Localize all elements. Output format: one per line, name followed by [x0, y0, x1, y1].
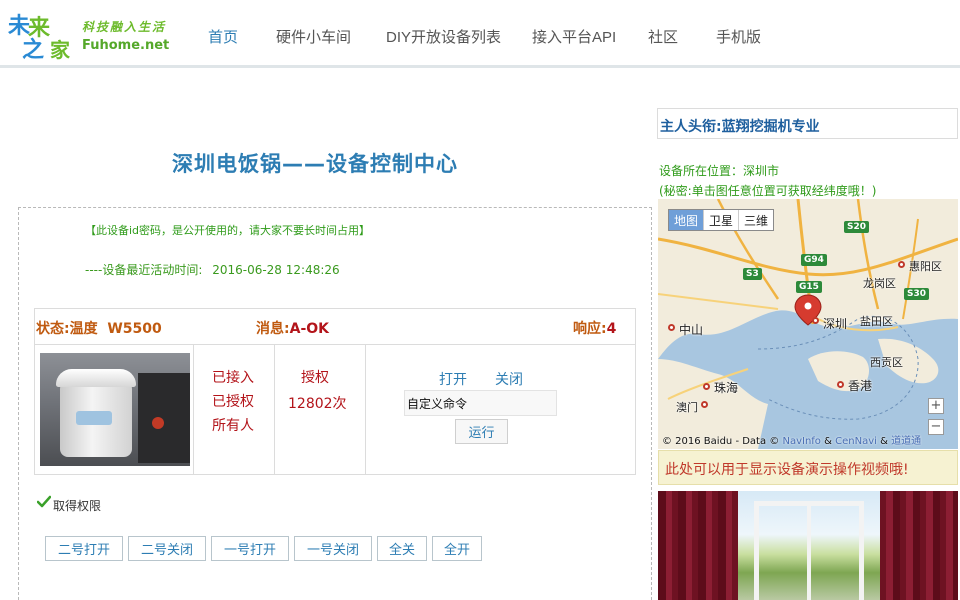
run-button[interactable]: 运行	[455, 419, 508, 444]
logo-char: 家	[50, 38, 70, 62]
copyright-prefix: © 2016 Baidu - Data ©	[662, 436, 780, 447]
map-label: 西贡区	[870, 356, 903, 369]
response-value: 4	[606, 321, 617, 337]
auth-label[interactable]: 授权	[301, 367, 329, 387]
zoom-in-button[interactable]: +	[928, 398, 944, 414]
permission-text: 取得权限	[53, 499, 102, 513]
city-marker	[812, 317, 819, 324]
message-label: 消息:	[256, 321, 290, 337]
page-title: 深圳电饭锅——设备控制中心	[172, 152, 458, 176]
road-badge: G15	[796, 281, 822, 293]
switch2-off-button[interactable]: 二号关闭	[128, 536, 206, 561]
site-logo[interactable]: 未 来 之 家 科技融入生活 Fuhome.net	[6, 6, 176, 63]
road-badge: S20	[844, 221, 870, 233]
close-link[interactable]: 关闭	[495, 369, 523, 389]
video-hint-box: 此处可以用于显示设备演示操作视频哦!	[658, 450, 958, 485]
map-type-3d[interactable]: 三维	[739, 210, 773, 230]
city-marker	[701, 401, 708, 408]
device-status-table: 状态:温度 W5500 消息:A-OK 响应:4 已接入 已授权 所有人 授权 …	[34, 308, 636, 475]
owner-title-box: 主人头衔:蓝翔挖掘机专业	[657, 108, 958, 139]
nav-diy-device-list[interactable]: DIY开放设备列表	[386, 26, 501, 47]
map-type-switcher: 地图 卫星 三维	[668, 209, 775, 231]
map-type-satellite[interactable]: 卫星	[704, 210, 740, 230]
notice-text: 【此设备id密码，是公开使用的，请大家不要长时间占用】	[85, 224, 371, 237]
state-label: 状态:	[36, 321, 70, 337]
owner-title: 主人头衔:蓝翔挖掘机专业	[660, 119, 820, 135]
map-label: 深圳	[823, 317, 848, 331]
all-off-button[interactable]: 全关	[377, 536, 427, 561]
city-marker	[837, 381, 844, 388]
status-state: 状态:温度 W5500	[36, 318, 162, 338]
map-label: 龙岗区	[863, 277, 896, 290]
road-badge: S3	[743, 268, 762, 280]
access-connected: 已接入	[212, 370, 254, 386]
zoom-out-button[interactable]: −	[928, 419, 944, 435]
map-label: 盐田区	[860, 315, 893, 328]
map-label: 中山	[679, 323, 704, 337]
city-marker	[898, 261, 905, 268]
location-map[interactable]: 地图 卫星 三维 S20 G94 S3 G15 S30 惠阳区 龙岗区 中山 深…	[658, 199, 958, 449]
state-value: 温度 W5500	[69, 321, 162, 337]
authorization-cell: 授权 12802次	[275, 345, 366, 474]
last-active-label: ----设备最近活动时间:	[85, 263, 203, 277]
logo-mark: 未 来 之 家	[6, 6, 84, 63]
device-location: 设备所在位置：深圳市	[659, 164, 780, 178]
road-badge: S30	[904, 288, 930, 300]
switch2-on-button[interactable]: 二号打开	[45, 536, 123, 561]
access-owner: 所有人	[212, 418, 254, 434]
status-bar: 状态:温度 W5500 消息:A-OK 响应:4	[35, 309, 635, 345]
switch1-on-button[interactable]: 一号打开	[211, 536, 289, 561]
status-response: 响应:4	[573, 318, 616, 338]
nav-platform-api[interactable]: 接入平台API	[532, 26, 616, 47]
switch1-off-button[interactable]: 一号关闭	[294, 536, 372, 561]
status-message: 消息:A-OK	[256, 318, 329, 338]
nav-community[interactable]: 社区	[648, 26, 678, 47]
city-marker	[703, 383, 710, 390]
map-label: 澳门	[676, 401, 698, 414]
auth-count: 12802次	[288, 396, 347, 412]
access-status-cell: 已接入 已授权 所有人	[194, 345, 275, 474]
copyright-amp: &	[880, 436, 888, 447]
last-active-line: ----设备最近活动时间: 2016-06-28 12:48:26	[85, 261, 340, 278]
device-photo-cell	[35, 345, 194, 474]
location-hint: (秘密:单击图任意位置可获取经纬度哦！)	[659, 184, 877, 198]
logo-char: 之	[22, 37, 45, 63]
message-value: A-OK	[289, 321, 330, 337]
map-label: 珠海	[714, 381, 739, 395]
copyright-amp: &	[824, 436, 832, 447]
device-control-cell: 打开 关闭 运行	[366, 345, 635, 474]
response-label: 响应:	[573, 321, 607, 337]
site-header: 未 来 之 家 科技融入生活 Fuhome.net 首页 硬件小车间 DIY开放…	[0, 0, 960, 68]
map-copyright: © 2016 Baidu - Data © NavInfo & CenNavi …	[662, 432, 921, 447]
nav-hardware-workshop[interactable]: 硬件小车间	[276, 26, 351, 47]
access-authorized: 已授权	[212, 394, 254, 410]
open-link[interactable]: 打开	[439, 369, 467, 389]
daodaotong-link[interactable]: 道道通	[891, 436, 921, 447]
device-panel: 【此设备id密码，是公开使用的，请大家不要长时间占用】 ----设备最近活动时间…	[18, 207, 652, 600]
logo-slogan: 科技融入生活	[82, 20, 167, 34]
nav-home[interactable]: 首页	[208, 26, 238, 47]
logo-domain: Fuhome.net	[82, 38, 170, 53]
last-active-value: 2016-06-28 12:48:26	[212, 263, 340, 277]
navinfo-link[interactable]: NavInfo	[782, 436, 820, 447]
all-on-button[interactable]: 全开	[432, 536, 482, 561]
city-marker	[668, 324, 675, 331]
road-badge: G94	[801, 254, 827, 266]
custom-command-input[interactable]	[404, 390, 557, 416]
video-hint: 此处可以用于显示设备演示操作视频哦!	[665, 462, 909, 478]
map-label: 香港	[848, 379, 873, 393]
map-type-map[interactable]: 地图	[669, 210, 705, 230]
demo-room-photo	[658, 491, 958, 600]
check-icon	[37, 495, 51, 508]
cennavi-link[interactable]: CenNavi	[835, 436, 877, 447]
rice-cooker-photo	[40, 353, 190, 466]
nav-mobile[interactable]: 手机版	[716, 26, 761, 47]
map-label: 惠阳区	[909, 260, 942, 273]
